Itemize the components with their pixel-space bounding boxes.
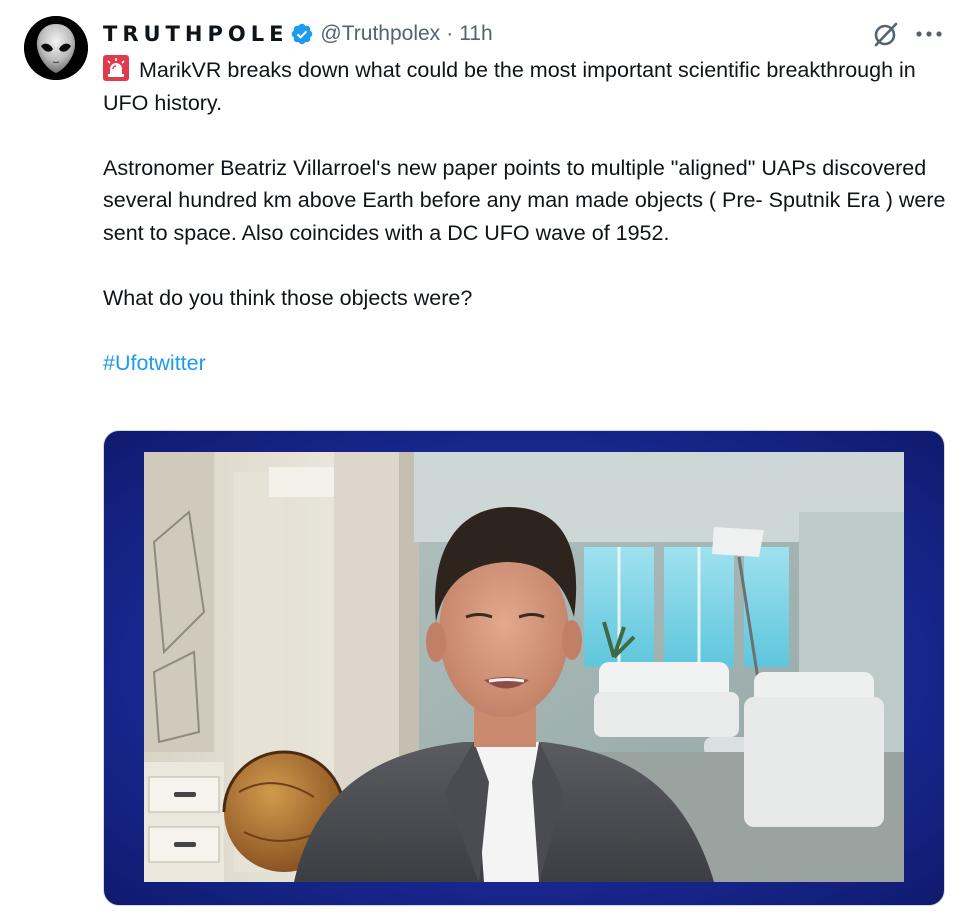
grok-icon[interactable]	[872, 20, 900, 48]
tweet-paragraph-2: Astronomer Beatriz Villarroel's new pape…	[103, 155, 946, 245]
more-icon[interactable]	[914, 22, 944, 46]
tweet-paragraph-3: What do you think those objects were?	[103, 285, 473, 310]
verified-badge-icon[interactable]	[290, 22, 314, 46]
timestamp[interactable]: 11h	[459, 22, 492, 46]
avatar[interactable]	[24, 16, 88, 80]
alien-head-icon	[24, 16, 88, 80]
hashtag-link[interactable]: #Ufotwitter	[103, 347, 948, 380]
tweet-header: TRUTHPOLE @Truthpolex · 11h	[103, 18, 493, 50]
tweet-text: MarikVR breaks down what could be the mo…	[103, 54, 948, 379]
video-thumbnail[interactable]	[144, 452, 904, 882]
author-handle[interactable]: @Truthpolex	[320, 22, 440, 46]
tweet-paragraph-1: MarikVR breaks down what could be the mo…	[103, 54, 948, 119]
tweet-line-1: MarikVR breaks down what could be the mo…	[103, 58, 916, 115]
rotating-light-icon	[103, 55, 129, 81]
video-media[interactable]	[103, 430, 945, 906]
author-display-name[interactable]: TRUTHPOLE	[103, 22, 288, 46]
separator-dot: ·	[446, 22, 454, 45]
